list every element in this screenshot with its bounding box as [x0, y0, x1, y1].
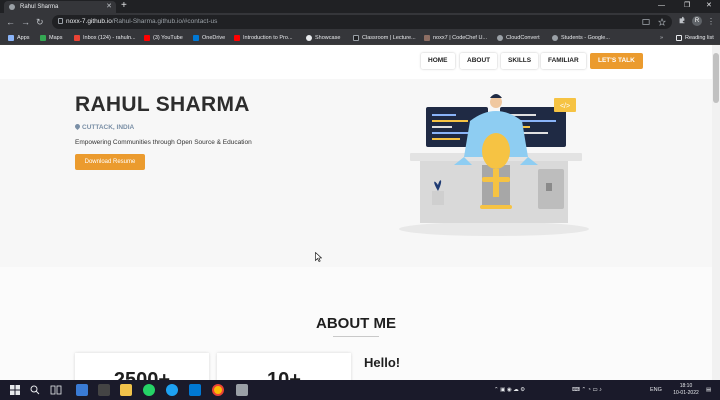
tab-strip: Rahul Sharma ✕ + — ❐ ✕	[0, 0, 720, 13]
hero-section: RAHUL SHARMA CUTTACK, INDIA Empowering C…	[0, 79, 712, 267]
hero-tagline: Empowering Communities through Open Sour…	[75, 139, 252, 146]
site-navbar: HOME ABOUT SKILLS FAMILIAR LET'S TALK	[0, 45, 712, 79]
profile-avatar[interactable]: R	[692, 16, 702, 26]
mouse-cursor-icon	[315, 252, 322, 262]
lock-icon	[58, 18, 63, 24]
language-indicator[interactable]: ENG	[650, 380, 662, 400]
hero-location: CUTTACK, INDIA	[73, 122, 134, 131]
notifications-icon[interactable]: ▤	[706, 380, 711, 400]
whatsapp-icon[interactable]	[143, 384, 155, 396]
chrome-icon[interactable]	[212, 384, 224, 396]
stat-card: 10+	[217, 353, 351, 380]
store-icon[interactable]	[76, 384, 88, 396]
bookmark-star-icon[interactable]	[658, 18, 666, 26]
browser-toolbar: ← → ↻ noxx-7.github.io/Rahul-Sharma.gith…	[0, 13, 720, 31]
nav-about[interactable]: ABOUT	[460, 53, 498, 69]
extensions-icon[interactable]	[678, 16, 686, 24]
nav-lets-talk[interactable]: LET'S TALK	[590, 53, 643, 69]
task-view-icon[interactable]	[50, 384, 62, 396]
nav-familiar[interactable]: FAMILIAR	[541, 53, 586, 69]
showcase-icon	[306, 35, 312, 41]
reload-icon[interactable]: ↻	[36, 15, 44, 29]
menu-dots-icon[interactable]: ⋮	[707, 15, 715, 29]
file-explorer-icon[interactable]	[120, 384, 132, 396]
stat-card: 2500+	[75, 353, 209, 380]
globe-icon	[9, 4, 15, 10]
developer-illustration: </>	[399, 94, 589, 236]
web-page: HOME ABOUT SKILLS FAMILIAR LET'S TALK RA…	[0, 45, 712, 380]
open-in-app-icon[interactable]	[642, 18, 650, 26]
map-pin-icon	[73, 122, 82, 131]
reading-list-icon	[676, 35, 682, 41]
onedrive-icon	[193, 35, 199, 41]
tab-title: Rahul Sharma	[20, 4, 59, 10]
windows-taskbar: ⌃ ▣ ◉ ☁ ⚙ ⌨ ⌃ ◔ ▭ ♪ ENG 18:10 10-01-2022…	[0, 380, 720, 400]
edge-icon[interactable]	[166, 384, 178, 396]
title-divider	[333, 336, 379, 337]
bookmark-showcase[interactable]: Showcase	[306, 31, 340, 45]
app-icon[interactable]	[98, 384, 110, 396]
cloud-icon	[497, 35, 503, 41]
windows-start-icon[interactable]	[9, 384, 21, 396]
new-tab-button[interactable]: +	[121, 0, 127, 12]
more-bookmarks-icon[interactable]: »	[660, 31, 663, 45]
minimize-icon[interactable]: —	[658, 0, 665, 12]
bookmarks-bar: Apps Maps Inbox (124) - rahuln... (3) Yo…	[0, 31, 720, 45]
gmail-icon	[74, 35, 80, 41]
bookmark-onedrive[interactable]: OneDrive	[193, 31, 225, 45]
stat-value: 2500+	[113, 369, 171, 380]
about-title: ABOUT ME	[316, 315, 396, 332]
classroom-icon	[353, 35, 359, 41]
maps-icon	[40, 35, 46, 41]
page-scrollbar[interactable]	[712, 45, 720, 380]
bookmark-maps[interactable]: Maps	[40, 31, 62, 45]
restore-icon[interactable]: ❐	[684, 0, 690, 12]
bookmark-cloudconvert[interactable]: CloudConvert	[497, 31, 540, 45]
address-bar[interactable]: noxx-7.github.io/Rahul-Sharma.github.io/…	[52, 15, 672, 29]
clock[interactable]: 18:10 10-01-2022	[672, 383, 700, 397]
codechef-icon	[424, 35, 430, 41]
nav-skills[interactable]: SKILLS	[501, 53, 539, 69]
bookmark-students[interactable]: Students - Google...	[552, 31, 610, 45]
youtube-icon	[234, 35, 240, 41]
tray-network-icons[interactable]: ⌨ ⌃ ◔ ▭ ♪	[572, 380, 602, 400]
download-resume-button[interactable]: Download Resume	[75, 154, 145, 170]
hero-name: RAHUL SHARMA	[75, 93, 250, 116]
scrollbar-thumb[interactable]	[713, 53, 719, 103]
close-window-icon[interactable]: ✕	[706, 0, 712, 12]
bookmark-inbox[interactable]: Inbox (124) - rahuln...	[74, 31, 136, 45]
back-icon[interactable]: ←	[6, 15, 15, 29]
notepad-icon[interactable]	[236, 384, 248, 396]
globe-icon	[552, 35, 558, 41]
bookmark-classroom[interactable]: Classroom | Lecture...	[353, 31, 416, 45]
bookmark-apps[interactable]: Apps	[8, 31, 30, 45]
search-icon[interactable]	[29, 384, 41, 396]
forward-icon[interactable]: →	[21, 15, 30, 29]
reading-list-button[interactable]: Reading list	[676, 31, 714, 45]
stat-value: 10+	[267, 369, 301, 380]
apps-grid-icon	[8, 35, 14, 41]
bookmark-youtube[interactable]: (3) YouTube	[144, 31, 183, 45]
bookmark-intro[interactable]: Introduction to Pro...	[234, 31, 293, 45]
bookmark-codechef[interactable]: noxx7 | CodeChef U...	[424, 31, 487, 45]
nav-home[interactable]: HOME	[421, 53, 455, 69]
about-section: ABOUT ME 2500+ 10+ Hello!	[0, 267, 712, 380]
code-badge: </>	[560, 103, 570, 110]
hello-heading: Hello!	[364, 355, 401, 370]
close-tab-icon[interactable]: ✕	[106, 1, 112, 13]
browser-tab[interactable]: Rahul Sharma ✕	[4, 1, 116, 13]
tray-icons[interactable]: ⌃ ▣ ◉ ☁ ⚙	[494, 380, 525, 400]
url-text: noxx-7.github.io/Rahul-Sharma.github.io/…	[66, 18, 218, 25]
youtube-icon	[144, 35, 150, 41]
vscode-icon[interactable]	[189, 384, 201, 396]
